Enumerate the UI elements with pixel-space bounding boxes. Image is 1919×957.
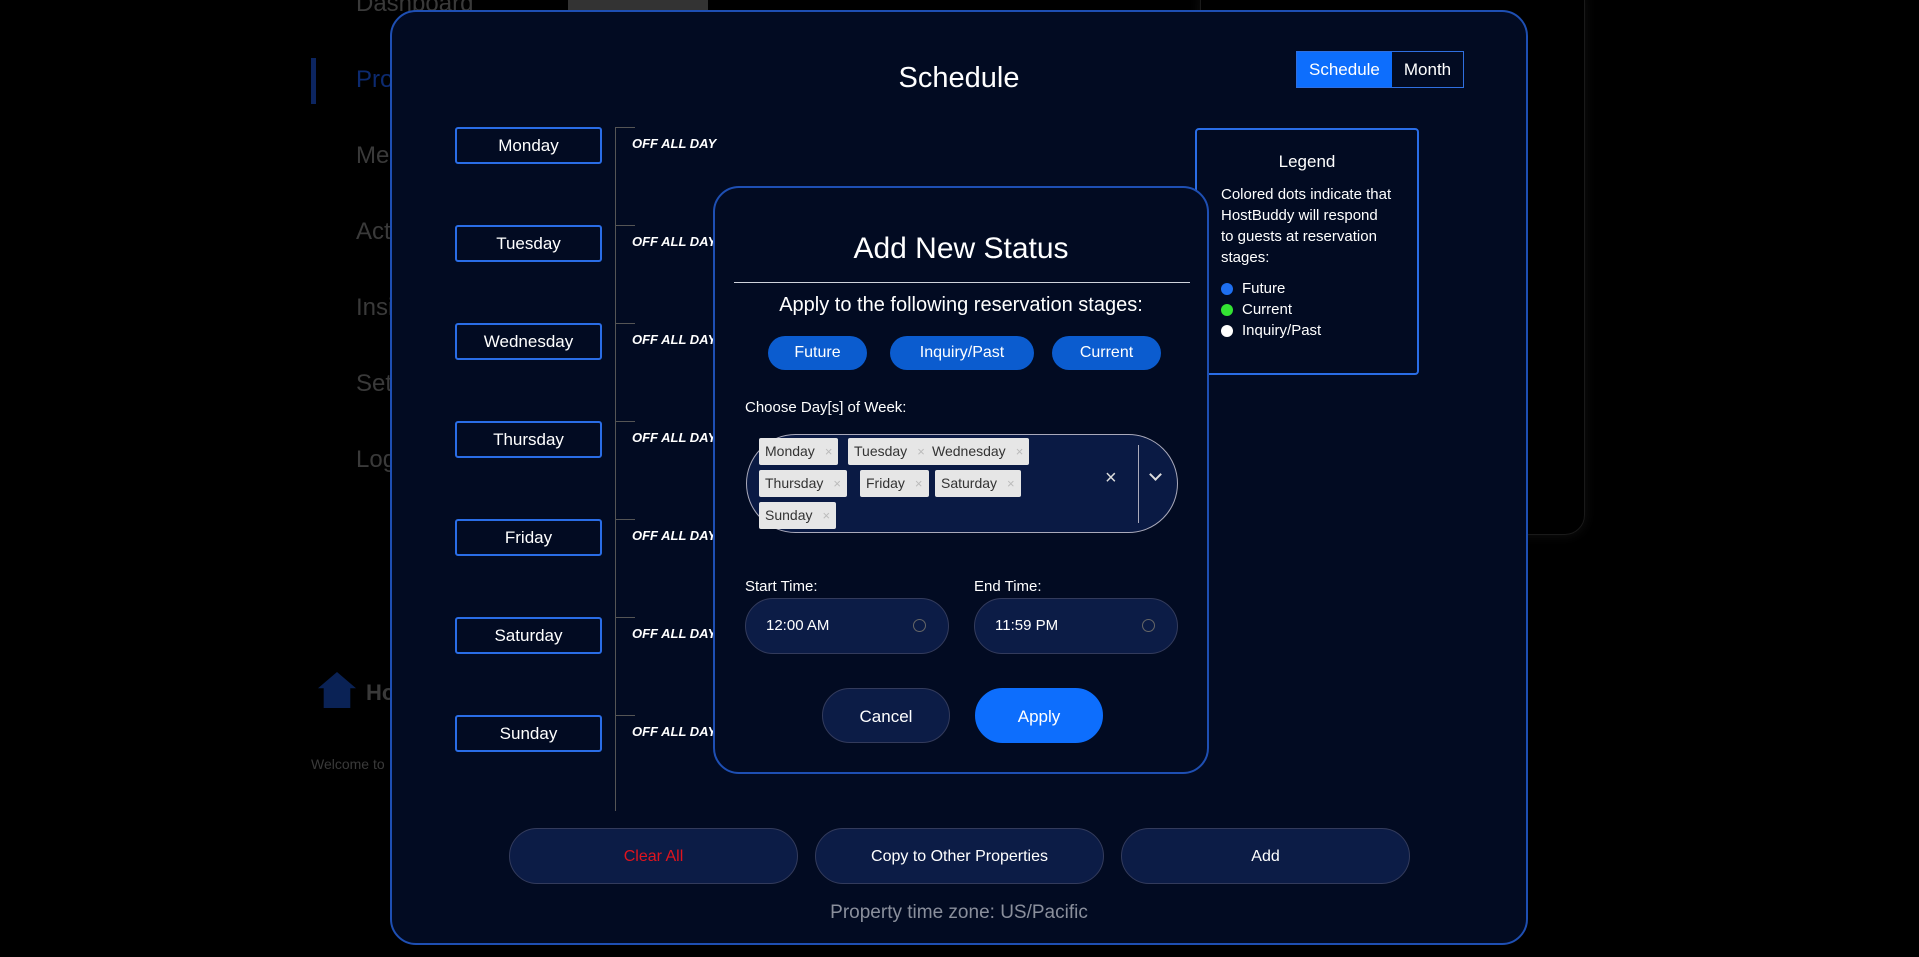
- legend-panel: Legend Colored dots indicate that HostBu…: [1195, 128, 1419, 375]
- day-status: OFF ALL DAY: [632, 626, 717, 641]
- add-button[interactable]: Add: [1121, 828, 1410, 884]
- apply-button[interactable]: Apply: [975, 688, 1103, 743]
- white-dot-icon: [1221, 324, 1233, 337]
- remove-tag-icon[interactable]: ×: [825, 444, 833, 459]
- day-status: OFF ALL DAY: [632, 332, 717, 347]
- start-time-input[interactable]: 12:00 AM: [745, 598, 949, 654]
- sidebar-item-properties: Pro: [356, 66, 394, 93]
- stage-future-button[interactable]: Future: [768, 336, 867, 370]
- day-tuesday-button[interactable]: Tuesday: [455, 225, 602, 262]
- day-status: OFF ALL DAY: [632, 430, 717, 445]
- green-dot-icon: [1221, 303, 1233, 316]
- selected-day-tag: Thursday ×: [759, 470, 847, 497]
- selected-day-tag: Monday ×: [759, 438, 839, 465]
- timeline-tick: [615, 127, 635, 128]
- day-friday-button[interactable]: Friday: [455, 519, 602, 556]
- end-time-label: End Time:: [974, 578, 1042, 595]
- day-status: OFF ALL DAY: [632, 528, 717, 543]
- stages-label: Apply to the following reservation stage…: [779, 294, 1143, 316]
- day-sunday-button[interactable]: Sunday: [455, 715, 602, 752]
- day-status: OFF ALL DAY: [632, 724, 717, 739]
- day-thursday-button[interactable]: Thursday: [455, 421, 602, 458]
- start-time-value: 12:00 AM: [766, 617, 830, 634]
- selected-day-tag: Saturday ×: [935, 470, 1021, 497]
- day-status: OFF ALL DAY: [632, 136, 717, 151]
- remove-tag-icon[interactable]: ×: [822, 508, 830, 523]
- timezone-text: Property time zone: US/Pacific: [830, 902, 1088, 923]
- legend-item-current: Current: [1221, 299, 1393, 320]
- remove-tag-icon[interactable]: ×: [1007, 476, 1015, 491]
- day-wednesday-button[interactable]: Wednesday: [455, 323, 602, 360]
- remove-tag-icon[interactable]: ×: [915, 476, 923, 491]
- day-saturday-button[interactable]: Saturday: [455, 617, 602, 654]
- tag-label: Wednesday: [932, 443, 1006, 459]
- tab-schedule[interactable]: Schedule: [1297, 52, 1392, 87]
- clear-selection-icon[interactable]: ×: [1105, 467, 1117, 490]
- end-time-input[interactable]: 11:59 PM: [974, 598, 1178, 654]
- remove-tag-icon[interactable]: ×: [917, 444, 925, 459]
- clear-all-button[interactable]: Clear All: [509, 828, 798, 884]
- clock-icon[interactable]: [913, 619, 926, 632]
- clock-icon[interactable]: [1142, 619, 1155, 632]
- legend-item-future: Future: [1221, 278, 1393, 299]
- days-label: Choose Day[s] of Week:: [745, 399, 907, 416]
- timeline-tick: [615, 421, 635, 422]
- selected-day-tag: Wednesday ×: [926, 438, 1030, 465]
- tag-label: Saturday: [941, 475, 998, 491]
- sidebar-item-settings: Set: [356, 370, 393, 397]
- days-multiselect[interactable]: Monday × Tuesday × Wednesday × Thursday × Friday…: [746, 434, 1178, 533]
- schedule-modal: Schedule Schedule Month Monday OFF ALL D…: [390, 10, 1528, 945]
- legend-label: Current: [1242, 301, 1293, 318]
- selected-day-tag: Sunday ×: [759, 502, 837, 529]
- stage-inquiry-past-button[interactable]: Inquiry/Past: [890, 336, 1034, 370]
- view-toggle: Schedule Month: [1296, 51, 1465, 88]
- sidebar-item-insights: Insi: [356, 294, 394, 321]
- tag-label: Tuesday: [854, 443, 908, 459]
- property-image: [568, 0, 708, 10]
- remove-tag-icon[interactable]: ×: [1016, 444, 1024, 459]
- welcome-text: Welcome to: [311, 756, 385, 772]
- timeline-line: [615, 127, 616, 811]
- tag-label: Thursday: [765, 475, 824, 491]
- separator: [1138, 445, 1139, 523]
- selected-day-tag: Friday ×: [860, 470, 929, 497]
- dialog-title: Add New Status: [853, 232, 1069, 265]
- timeline-tick: [615, 617, 635, 618]
- tag-label: Friday: [866, 475, 905, 491]
- legend-title: Legend: [1278, 152, 1336, 171]
- legend-label: Future: [1242, 280, 1286, 297]
- blue-dot-icon: [1221, 282, 1233, 295]
- legend-item-inquiry-past: Inquiry/Past: [1221, 320, 1393, 341]
- timeline-tick: [615, 715, 635, 716]
- day-monday-button[interactable]: Monday: [455, 127, 602, 164]
- copy-to-other-properties-button[interactable]: Copy to Other Properties: [815, 828, 1104, 884]
- timeline-tick: [615, 225, 635, 226]
- sidebar-item-activity: Act: [356, 218, 391, 245]
- stage-current-button[interactable]: Current: [1052, 336, 1161, 370]
- tab-month[interactable]: Month: [1392, 52, 1463, 87]
- active-indicator: [311, 58, 316, 104]
- sidebar-item-messages: Me: [356, 142, 390, 169]
- day-status: OFF ALL DAY: [632, 234, 717, 249]
- start-time-label: Start Time:: [745, 578, 818, 595]
- cancel-button[interactable]: Cancel: [822, 688, 950, 743]
- selected-day-tag: Tuesday ×: [848, 438, 931, 465]
- end-time-value: 11:59 PM: [995, 617, 1059, 634]
- timeline-tick: [615, 323, 635, 324]
- hostbuddy-logo-icon: [318, 672, 356, 708]
- tag-label: Monday: [765, 443, 815, 459]
- legend-text: Colored dots indicate that HostBuddy wil…: [1221, 186, 1392, 266]
- remove-tag-icon[interactable]: ×: [833, 476, 841, 491]
- divider: [734, 282, 1190, 283]
- timeline-tick: [615, 519, 635, 520]
- add-status-dialog: Add New Status Apply to the following re…: [713, 186, 1209, 774]
- chevron-down-icon[interactable]: [1149, 468, 1162, 481]
- tag-label: Sunday: [765, 507, 813, 523]
- legend-label: Inquiry/Past: [1242, 322, 1322, 339]
